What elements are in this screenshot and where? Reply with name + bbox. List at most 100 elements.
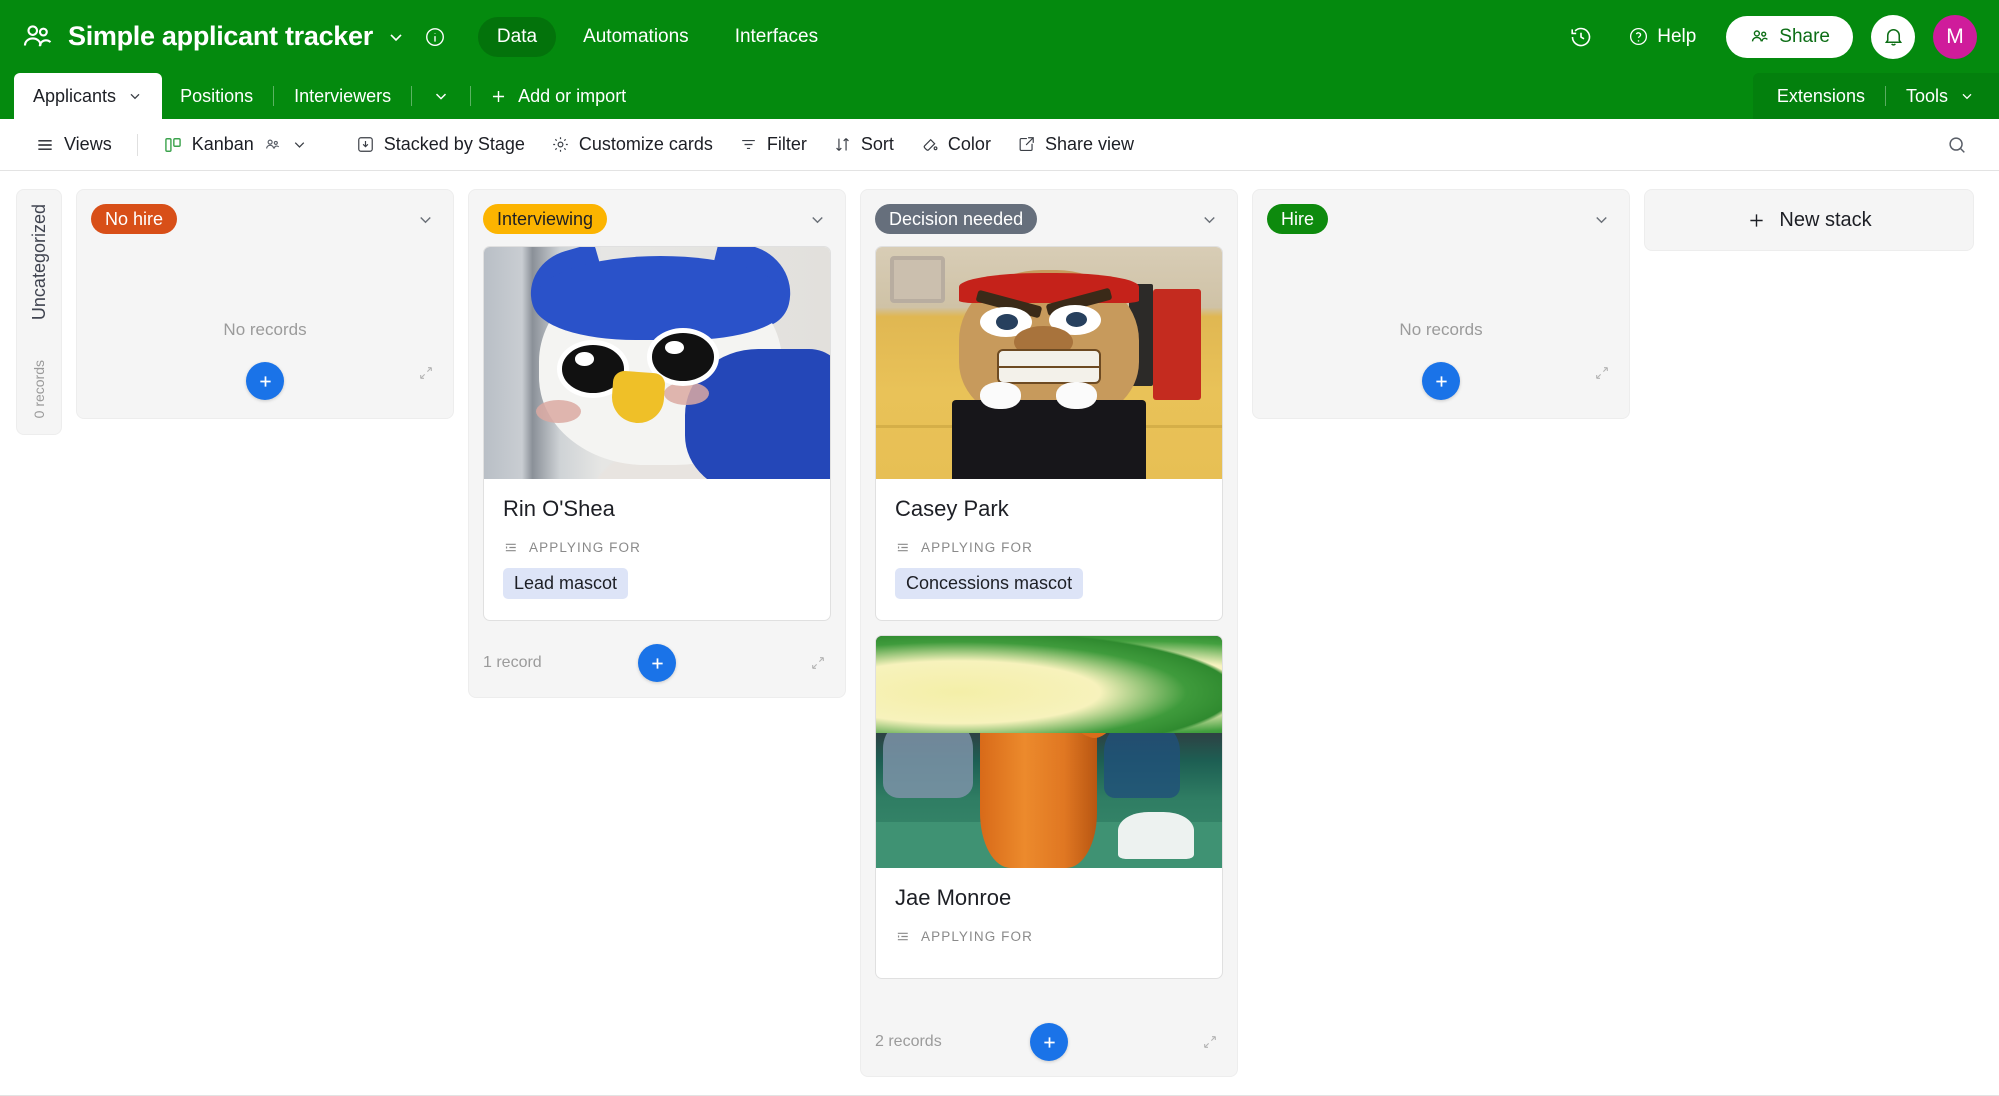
notifications-button[interactable]: [1871, 14, 1915, 59]
chevron-down-icon[interactable]: [412, 206, 439, 233]
stacked-by-button[interactable]: Stacked by Stage: [343, 127, 538, 162]
empty-state-text: No records: [223, 320, 307, 339]
tools-button[interactable]: Tools: [1888, 73, 1993, 119]
new-stack-label: New stack: [1779, 208, 1872, 231]
sort-button[interactable]: Sort: [820, 127, 907, 162]
linked-record-icon: [897, 932, 908, 941]
status-badge[interactable]: Decision needed: [875, 204, 1038, 234]
stack-header: No hire: [91, 204, 439, 234]
gear-icon: [553, 137, 568, 152]
view-toolbar: Views Kanban Stacked by Stage Customize …: [0, 119, 1999, 171]
plus-icon: [493, 90, 505, 102]
chevron-down-icon: [294, 142, 304, 148]
expand-collapse-icon[interactable]: [415, 362, 437, 384]
chevron-down-icon: [436, 93, 447, 100]
tab-applicants-label: Applicants: [33, 85, 117, 106]
customize-cards-button[interactable]: Customize cards: [538, 127, 726, 162]
field-label-applying-for: APPLYING FOR: [503, 539, 811, 556]
add-record-button[interactable]: [1422, 362, 1460, 400]
add-record-button[interactable]: [638, 644, 676, 682]
add-record-button[interactable]: [1030, 1023, 1068, 1061]
filter-icon: [742, 139, 755, 150]
question-circle-icon: [1630, 27, 1648, 46]
page-title: Simple applicant tracker: [68, 21, 373, 51]
kanban-icon: [164, 137, 181, 152]
share-view-button[interactable]: Share view: [1004, 127, 1147, 162]
chevron-down-icon[interactable]: [1959, 88, 1975, 104]
avatar[interactable]: M: [1933, 14, 1977, 59]
plus-icon: [1750, 213, 1763, 227]
app-nav: Data Automations Interfaces: [477, 16, 837, 57]
color-label: Color: [947, 134, 991, 154]
filter-button[interactable]: Filter: [726, 127, 820, 162]
app-header: Simple applicant tracker Data Automation…: [0, 0, 1999, 73]
stack-header: Decision needed: [875, 204, 1223, 234]
stack-uncategorized-collapsed[interactable]: Uncategorized 0 records: [16, 189, 62, 435]
add-record-button[interactable]: [246, 362, 284, 400]
record-card[interactable]: Jae Monroe APPLYING FOR: [875, 635, 1223, 979]
history-clock-icon[interactable]: [1560, 16, 1602, 58]
stack-footer: [1267, 362, 1615, 400]
record-name: Jae Monroe: [895, 885, 1012, 910]
views-button[interactable]: Views: [22, 127, 125, 162]
stack-no-hire: No hire No records: [76, 189, 454, 419]
add-or-import-label: Add or import: [518, 85, 627, 106]
chevron-down-icon[interactable]: [804, 206, 831, 233]
record-name: Casey Park: [895, 496, 1009, 521]
stack-down-icon: [357, 137, 373, 152]
stack-decision-needed: Decision needed Casey Park APPLYING FOR …: [860, 189, 1238, 1077]
expand-collapse-icon[interactable]: [1199, 1031, 1221, 1053]
color-button[interactable]: Color: [907, 127, 1004, 162]
expand-collapse-icon[interactable]: [1591, 362, 1613, 384]
paint-drop-icon: [923, 138, 938, 151]
record-card[interactable]: Rin O'Shea APPLYING FOR Lead mascot: [483, 246, 831, 621]
field-label-applying-for: APPLYING FOR: [895, 539, 1203, 556]
help-button[interactable]: Help: [1620, 20, 1704, 54]
nav-item-data[interactable]: Data: [477, 16, 557, 57]
expand-collapse-icon[interactable]: [807, 652, 829, 674]
tab-overflow-menu[interactable]: [414, 73, 468, 119]
tab-divider: [1884, 86, 1886, 106]
nav-item-automations[interactable]: Automations: [564, 17, 708, 57]
share-view-label: Share view: [1044, 134, 1134, 154]
view-name-label: Kanban: [191, 134, 254, 154]
record-card[interactable]: Casey Park APPLYING FOR Concessions masc…: [875, 246, 1223, 621]
chevron-down-icon[interactable]: [1196, 206, 1223, 233]
search-button[interactable]: [1933, 127, 1981, 163]
stack-body: No records: [91, 246, 439, 418]
chevron-down-icon[interactable]: [1588, 206, 1615, 233]
stack-body: No records: [1267, 246, 1615, 418]
chevron-down-icon[interactable]: [385, 26, 407, 48]
tab-positions[interactable]: Positions: [162, 73, 271, 119]
people-share-icon: [1752, 30, 1769, 42]
field-label-text: APPLYING FOR: [921, 929, 1033, 944]
people-group-icon: [20, 20, 54, 54]
status-badge[interactable]: No hire: [91, 204, 178, 234]
tab-applicants[interactable]: Applicants: [14, 73, 163, 119]
share-button[interactable]: Share: [1726, 15, 1853, 58]
tab-interviewers[interactable]: Interviewers: [276, 73, 409, 119]
add-or-import-button[interactable]: Add or import: [473, 73, 642, 119]
linked-record-chip[interactable]: Concessions mascot: [895, 568, 1084, 599]
record-count: 2 records: [875, 1033, 942, 1050]
table-tab-bar: Applicants Positions Interviewers Add or…: [0, 73, 1999, 119]
chevron-down-icon[interactable]: [127, 88, 143, 104]
hamburger-icon: [38, 139, 52, 150]
stack-footer: 1 record: [483, 635, 831, 697]
stack-interviewing: Interviewing Rin O'Shea APPLYING FOR Lea…: [468, 189, 846, 698]
info-circle-icon[interactable]: [424, 26, 446, 48]
empty-state-text: No records: [1399, 320, 1483, 339]
nav-item-interfaces[interactable]: Interfaces: [716, 17, 837, 57]
status-badge[interactable]: Interviewing: [483, 204, 608, 234]
extensions-button[interactable]: Extensions: [1759, 73, 1883, 119]
stack-header: Hire: [1267, 204, 1615, 234]
view-selector[interactable]: Kanban: [150, 127, 321, 162]
people-icon: [265, 139, 279, 149]
record-name: Rin O'Shea: [503, 496, 615, 521]
linked-record-chip[interactable]: Lead mascot: [503, 568, 629, 599]
stack-footer: [91, 362, 439, 400]
new-stack-button[interactable]: New stack: [1644, 189, 1974, 251]
share-label: Share: [1779, 25, 1830, 47]
bell-icon: [1884, 29, 1902, 46]
status-badge[interactable]: Hire: [1267, 204, 1329, 234]
